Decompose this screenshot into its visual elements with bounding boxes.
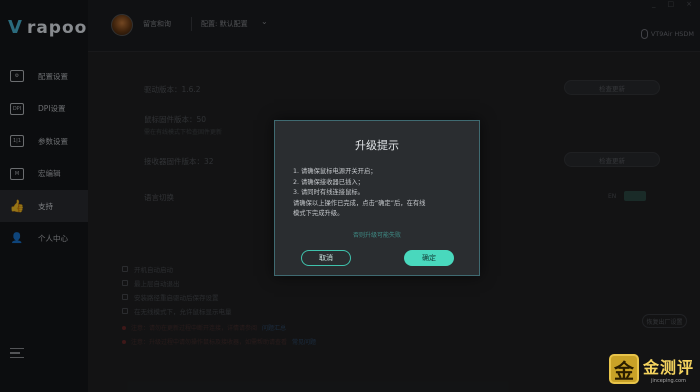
dialog-line: 模式下完成升级。 <box>293 210 344 217</box>
dialog-line: 1. 请确保鼠标电源开关开启； <box>293 168 377 175</box>
upgrade-dialog: 升级提示 1. 请确保鼠标电源开关开启； 2. 请确保接收器已插入； 3. 请同… <box>274 120 480 276</box>
dialog-title: 升级提示 <box>355 139 399 152</box>
dialog-line: 3. 请同时有线连接鼠标。 <box>293 189 364 196</box>
dialog-line: 2. 请确保接收器已插入； <box>293 178 364 186</box>
watermark: 金 金测评 jinceping.com <box>608 354 694 384</box>
cancel-button[interactable]: 取消 <box>301 250 351 266</box>
watermark-main: 金测评 <box>642 358 694 377</box>
dialog-body: 1. 请确保鼠标电源开关开启； 2. 请确保接收器已插入； 3. 请同时有线连接… <box>293 167 469 220</box>
watermark-seal-icon: 金 <box>608 354 639 384</box>
dialog-line: 请确保以上操作已完成，点击“确定”后，在有线 <box>293 199 426 207</box>
watermark-sub: jinceping.com <box>651 378 686 384</box>
app-window: V rapoo ⚙ 配置设置 DPI DPI设置 1|1 参数设置 M 宏编辑 … <box>0 0 700 392</box>
dialog-warning: 否则升级可能失败 <box>352 232 401 239</box>
confirm-button[interactable]: 确定 <box>404 250 454 266</box>
watermark-text: 金测评 jinceping.com <box>643 354 694 384</box>
